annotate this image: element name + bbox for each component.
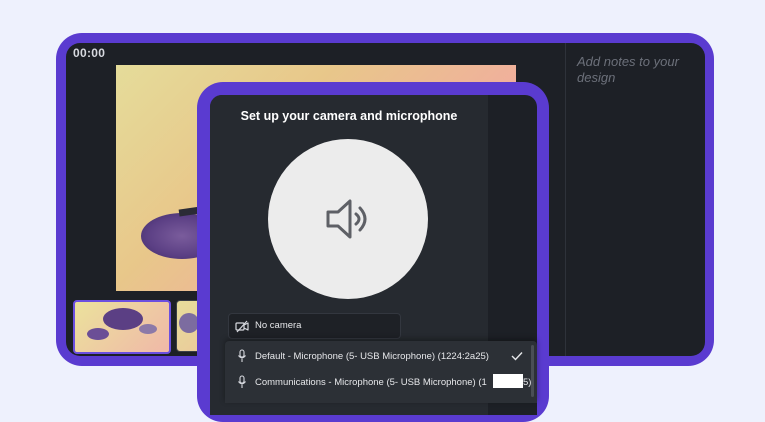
microphone-option-default[interactable]: Default - Microphone (5- USB Microphone)…	[225, 343, 525, 371]
setup-title: Set up your camera and microphone	[240, 109, 458, 123]
audio-preview	[268, 139, 428, 299]
thumbnail-image	[103, 308, 143, 330]
check-icon	[511, 352, 523, 361]
page-thumbnail-1[interactable]	[73, 300, 171, 354]
notes-placeholder[interactable]: Add notes to your design	[577, 54, 695, 86]
recording-timer: 00:00	[73, 46, 106, 60]
camera-off-icon	[235, 320, 249, 333]
thumbnail-image	[179, 313, 199, 333]
microphone-dropdown[interactable]: Default - Microphone (5- USB Microphone)…	[225, 341, 537, 403]
speaker-icon	[326, 199, 367, 239]
dropdown-scrollbar[interactable]	[531, 345, 534, 397]
camera-select-label: No camera	[255, 320, 302, 331]
redacted-region	[493, 374, 523, 388]
thumbnail-image	[139, 324, 157, 334]
microphone-option-label: Default - Microphone (5- USB Microphone)…	[255, 351, 489, 362]
thumbnail-image	[87, 328, 109, 340]
microphone-icon	[238, 349, 246, 362]
microphone-option-label: Communications - Microphone (5- USB Micr…	[255, 377, 487, 388]
camera-select[interactable]: No camera	[228, 313, 401, 339]
microphone-option-communications[interactable]: Communications - Microphone (5- USB Micr…	[225, 369, 525, 397]
microphone-icon	[238, 375, 246, 388]
notes-panel[interactable]: Add notes to your design	[565, 43, 705, 356]
